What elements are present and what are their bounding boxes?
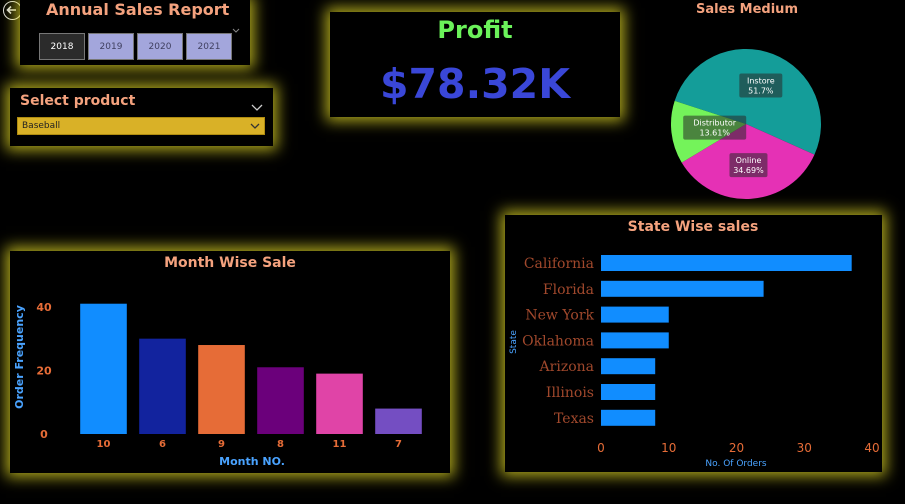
year-slicer-panel: Annual Sales Report 2018 2019 2020 2021	[20, 0, 250, 65]
state-y-tick: California	[524, 256, 594, 272]
profit-label: Profit	[437, 16, 513, 44]
profit-card: Profit $78.32K	[330, 12, 620, 117]
state-bar-oklahoma[interactable]	[601, 332, 669, 349]
year-button-2018[interactable]: 2018	[39, 33, 85, 60]
state-bar-florida[interactable]	[601, 280, 764, 297]
month-bar-10[interactable]	[80, 303, 127, 434]
month-bar-6[interactable]	[139, 338, 186, 434]
month-x-tick: 9	[218, 439, 225, 450]
state-y-tick: Oklahoma	[522, 333, 594, 349]
state-chart-title: State Wise sales	[628, 219, 759, 235]
month-bar-8[interactable]	[257, 367, 304, 434]
month-y-tick: 0	[40, 428, 48, 441]
chevron-down-icon[interactable]	[251, 97, 263, 111]
state-y-label: State	[509, 330, 519, 354]
month-x-tick: 6	[159, 439, 166, 450]
month-y-tick: 20	[36, 364, 52, 377]
month-x-tick: 8	[277, 439, 284, 450]
month-wise-chart: Month Wise Sale 0 20 40 10 6 9 8 11 7 Month NO. Ord…	[13, 255, 422, 468]
month-chart-title: Month Wise Sale	[164, 255, 296, 271]
state-wise-panel: State Wise sales California Florida New Yor…	[505, 215, 882, 472]
month-bar-7[interactable]	[375, 408, 422, 434]
sales-medium-chart: Sales Medium Instore51.7% Online34.69% Dist…	[671, 2, 821, 200]
product-slicer-label: Select product	[20, 93, 136, 109]
state-y-tick: Florida	[543, 282, 594, 298]
state-bar-illinois[interactable]	[601, 384, 656, 400]
state-x-tick: 20	[729, 441, 744, 455]
state-bar-new-york[interactable]	[601, 306, 669, 323]
chevron-down-icon	[250, 123, 260, 129]
month-y-tick: 40	[36, 301, 52, 314]
pie-label-name: Distributor	[693, 119, 736, 128]
state-x-tick: 0	[597, 441, 605, 455]
product-dropdown[interactable]: Baseball	[17, 117, 265, 135]
month-y-label: Order Frequency	[13, 305, 26, 409]
sales-medium-panel: Sales Medium Instore 51.7% Online 34.69% Dist…	[660, 0, 835, 205]
state-bar-california[interactable]	[601, 255, 852, 271]
pie-label-name: Instore	[747, 77, 775, 86]
year-button-2020[interactable]: 2020	[137, 33, 183, 60]
state-bar-arizona[interactable]	[601, 358, 656, 375]
state-bar-texas[interactable]	[601, 409, 656, 426]
product-dropdown-value: Baseball	[22, 121, 61, 131]
report-title: Annual Sales Report	[46, 0, 230, 19]
state-x-label: No. Of Orders	[705, 459, 766, 469]
year-button-2019[interactable]: 2019	[88, 33, 134, 60]
month-x-label: Month NO.	[219, 455, 285, 468]
month-x-tick: 10	[97, 439, 111, 450]
state-y-tick: Illinois	[546, 385, 594, 401]
state-y-tick: New York	[525, 308, 594, 324]
month-x-tick: 7	[395, 439, 402, 450]
state-y-tick: Texas	[554, 411, 594, 427]
month-bar-9[interactable]	[198, 345, 245, 434]
pie-label-name: Online	[736, 156, 762, 165]
month-x-tick: 11	[333, 439, 347, 450]
chevron-down-icon[interactable]	[232, 19, 240, 33]
state-wise-chart: State Wise sales California Florida New Yor…	[509, 219, 880, 469]
year-button-2021[interactable]: 2021	[186, 33, 232, 60]
pie-label-value: 34.69%	[733, 166, 764, 175]
pie-label-value: 13.61%	[699, 129, 730, 138]
state-x-tick: 30	[797, 441, 812, 455]
state-x-tick: 10	[661, 441, 676, 455]
profit-value: $78.32K	[380, 60, 570, 108]
month-bar-11[interactable]	[316, 373, 363, 434]
month-wise-panel: Month Wise Sale 0 20 40 10 6 9 8 11 7 Month NO. Ord…	[10, 251, 450, 473]
pie-title: Sales Medium	[696, 2, 798, 17]
state-y-tick: Arizona	[539, 359, 594, 375]
pie-label-value: 51.7%	[748, 87, 774, 96]
arrow-left-icon	[6, 5, 16, 15]
state-x-tick: 40	[864, 441, 879, 455]
